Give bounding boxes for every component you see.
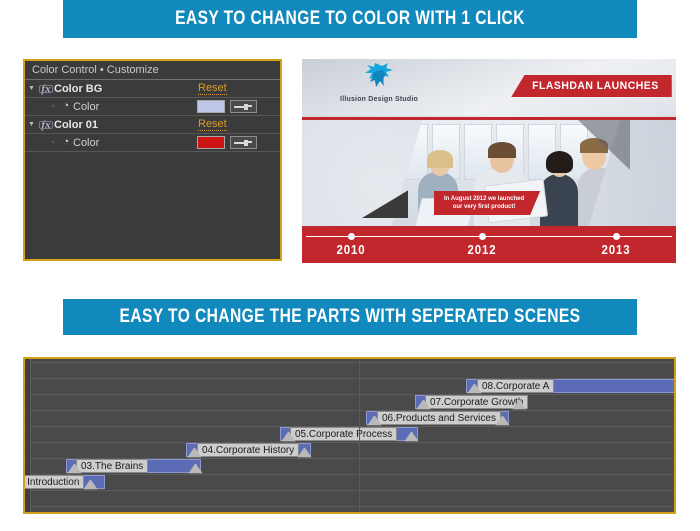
banner-bottom-text: EASY TO CHANGE THE PARTS WITH SEPERATED … [119, 306, 581, 327]
color-swatch-bg[interactable] [197, 100, 225, 113]
timeline-layer-label[interactable]: 07.Corporate Growth [425, 395, 529, 409]
twirl-icon-color-bg[interactable]: ▼ [25, 80, 38, 97]
preview-timeline-tick [347, 233, 355, 240]
eyedropper-icon-bg[interactable] [230, 100, 257, 113]
preview-logo-text: Illusion Design Studio [340, 96, 418, 103]
stopwatch-icon-01[interactable]: ◔ [59, 134, 73, 151]
color-swatch-01[interactable] [197, 136, 225, 149]
twirl-icon-color-01[interactable]: ▼ [25, 116, 38, 133]
effect-row-color-bg[interactable]: ▼ fx Color BG Reset [25, 80, 280, 98]
timeline-layer-label[interactable]: 06.Products and Services [377, 411, 501, 425]
fx-icon-color-bg[interactable]: fx [38, 83, 54, 95]
section-banner-bottom: EASY TO CHANGE THE PARTS WITH SEPERATED … [63, 299, 637, 335]
timeline-row-divider [25, 474, 674, 475]
preview-caption-line-1: In August 2012 we launched [444, 196, 525, 202]
timeline-layer-label[interactable]: 08.Corporate A [477, 379, 555, 393]
timeline-panel[interactable]: 08.Corporate A 07.Corporate Growth 06.Prod… [23, 357, 676, 514]
reset-link-color-01[interactable]: Reset [198, 118, 227, 131]
preview-title-text: FLASHDAN LAUNCHES [531, 80, 659, 92]
reset-link-color-bg[interactable]: Reset [198, 82, 227, 95]
preview-header: Illusion Design Studio FLASHDAN LAUNCHES [302, 59, 676, 115]
property-row-color-01[interactable]: ◦ ◔ Color [25, 134, 280, 152]
timeline-layer-label[interactable]: porate Introduction [25, 475, 85, 489]
keyframe-nav-icon-01[interactable]: ◦ [47, 137, 59, 148]
fx-icon-color-01[interactable]: fx [38, 119, 54, 131]
preview-timeline-tick [613, 233, 621, 240]
timeline-row-divider [25, 410, 674, 411]
timeline-layer-label[interactable]: 05.Corporate Process [290, 427, 398, 441]
effect-row-color-01[interactable]: ▼ fx Color 01 Reset [25, 116, 280, 134]
timeline-row-divider [25, 394, 674, 395]
timeline-row-divider [25, 442, 674, 443]
preview-logo: Illusion Design Studio [324, 63, 434, 103]
photo-corner-accent [362, 190, 408, 218]
photo-person-hair [488, 142, 516, 158]
timeline-row-divider [25, 362, 674, 363]
timeline-left-gutter [25, 359, 31, 512]
banner-top-text: EASY TO CHANGE TO COLOR WITH 1 CLICK [175, 8, 525, 29]
preview-caption-line-2: our very first product! [452, 204, 516, 210]
preview-timeline-tick [478, 233, 486, 240]
preview-year-label: 2010 [336, 242, 366, 257]
property-label-01: Color [73, 136, 100, 149]
timeline-playhead[interactable] [359, 359, 360, 512]
video-preview[interactable]: Illusion Design Studio FLASHDAN LAUNCHES [302, 59, 676, 263]
keyframe-nav-icon-bg[interactable]: ◦ [47, 101, 59, 112]
effect-name-color-bg: Color BG [54, 82, 103, 95]
color-control-titlebar: Color Control • Customize [25, 61, 280, 80]
timeline-layer-label[interactable]: 03.The Brains [76, 459, 149, 473]
preview-year-label: 2013 [601, 242, 631, 257]
property-label-bg: Color [73, 100, 100, 113]
effect-name-color-01: Color 01 [54, 118, 99, 131]
timeline-layer-label[interactable]: 04.Corporate History [197, 443, 300, 457]
section-banner-top: EASY TO CHANGE TO COLOR WITH 1 CLICK [63, 0, 637, 38]
preview-caption: In August 2012 we launched our very firs… [434, 191, 540, 215]
timeline-row-divider [25, 490, 674, 491]
preview-title-tag: FLASHDAN LAUNCHES [511, 75, 672, 97]
preview-year-timeline: 2010 2012 2013 [302, 226, 676, 263]
photo-person-body [578, 168, 620, 230]
color-control-title: Color Control • Customize [32, 64, 159, 76]
preview-year-label: 2012 [467, 242, 497, 257]
eyedropper-icon-01[interactable] [230, 136, 257, 149]
color-control-panel: Color Control • Customize ▼ fx Color BG … [23, 59, 282, 261]
property-row-color-bg[interactable]: ◦ ◔ Color [25, 98, 280, 116]
stopwatch-icon-bg[interactable]: ◔ [59, 98, 73, 115]
pegasus-logo-icon [324, 63, 434, 93]
photo-person-hair [427, 150, 453, 168]
timeline-row-divider [25, 506, 674, 507]
photo-person-hair [546, 151, 573, 173]
photo-window [400, 124, 428, 180]
